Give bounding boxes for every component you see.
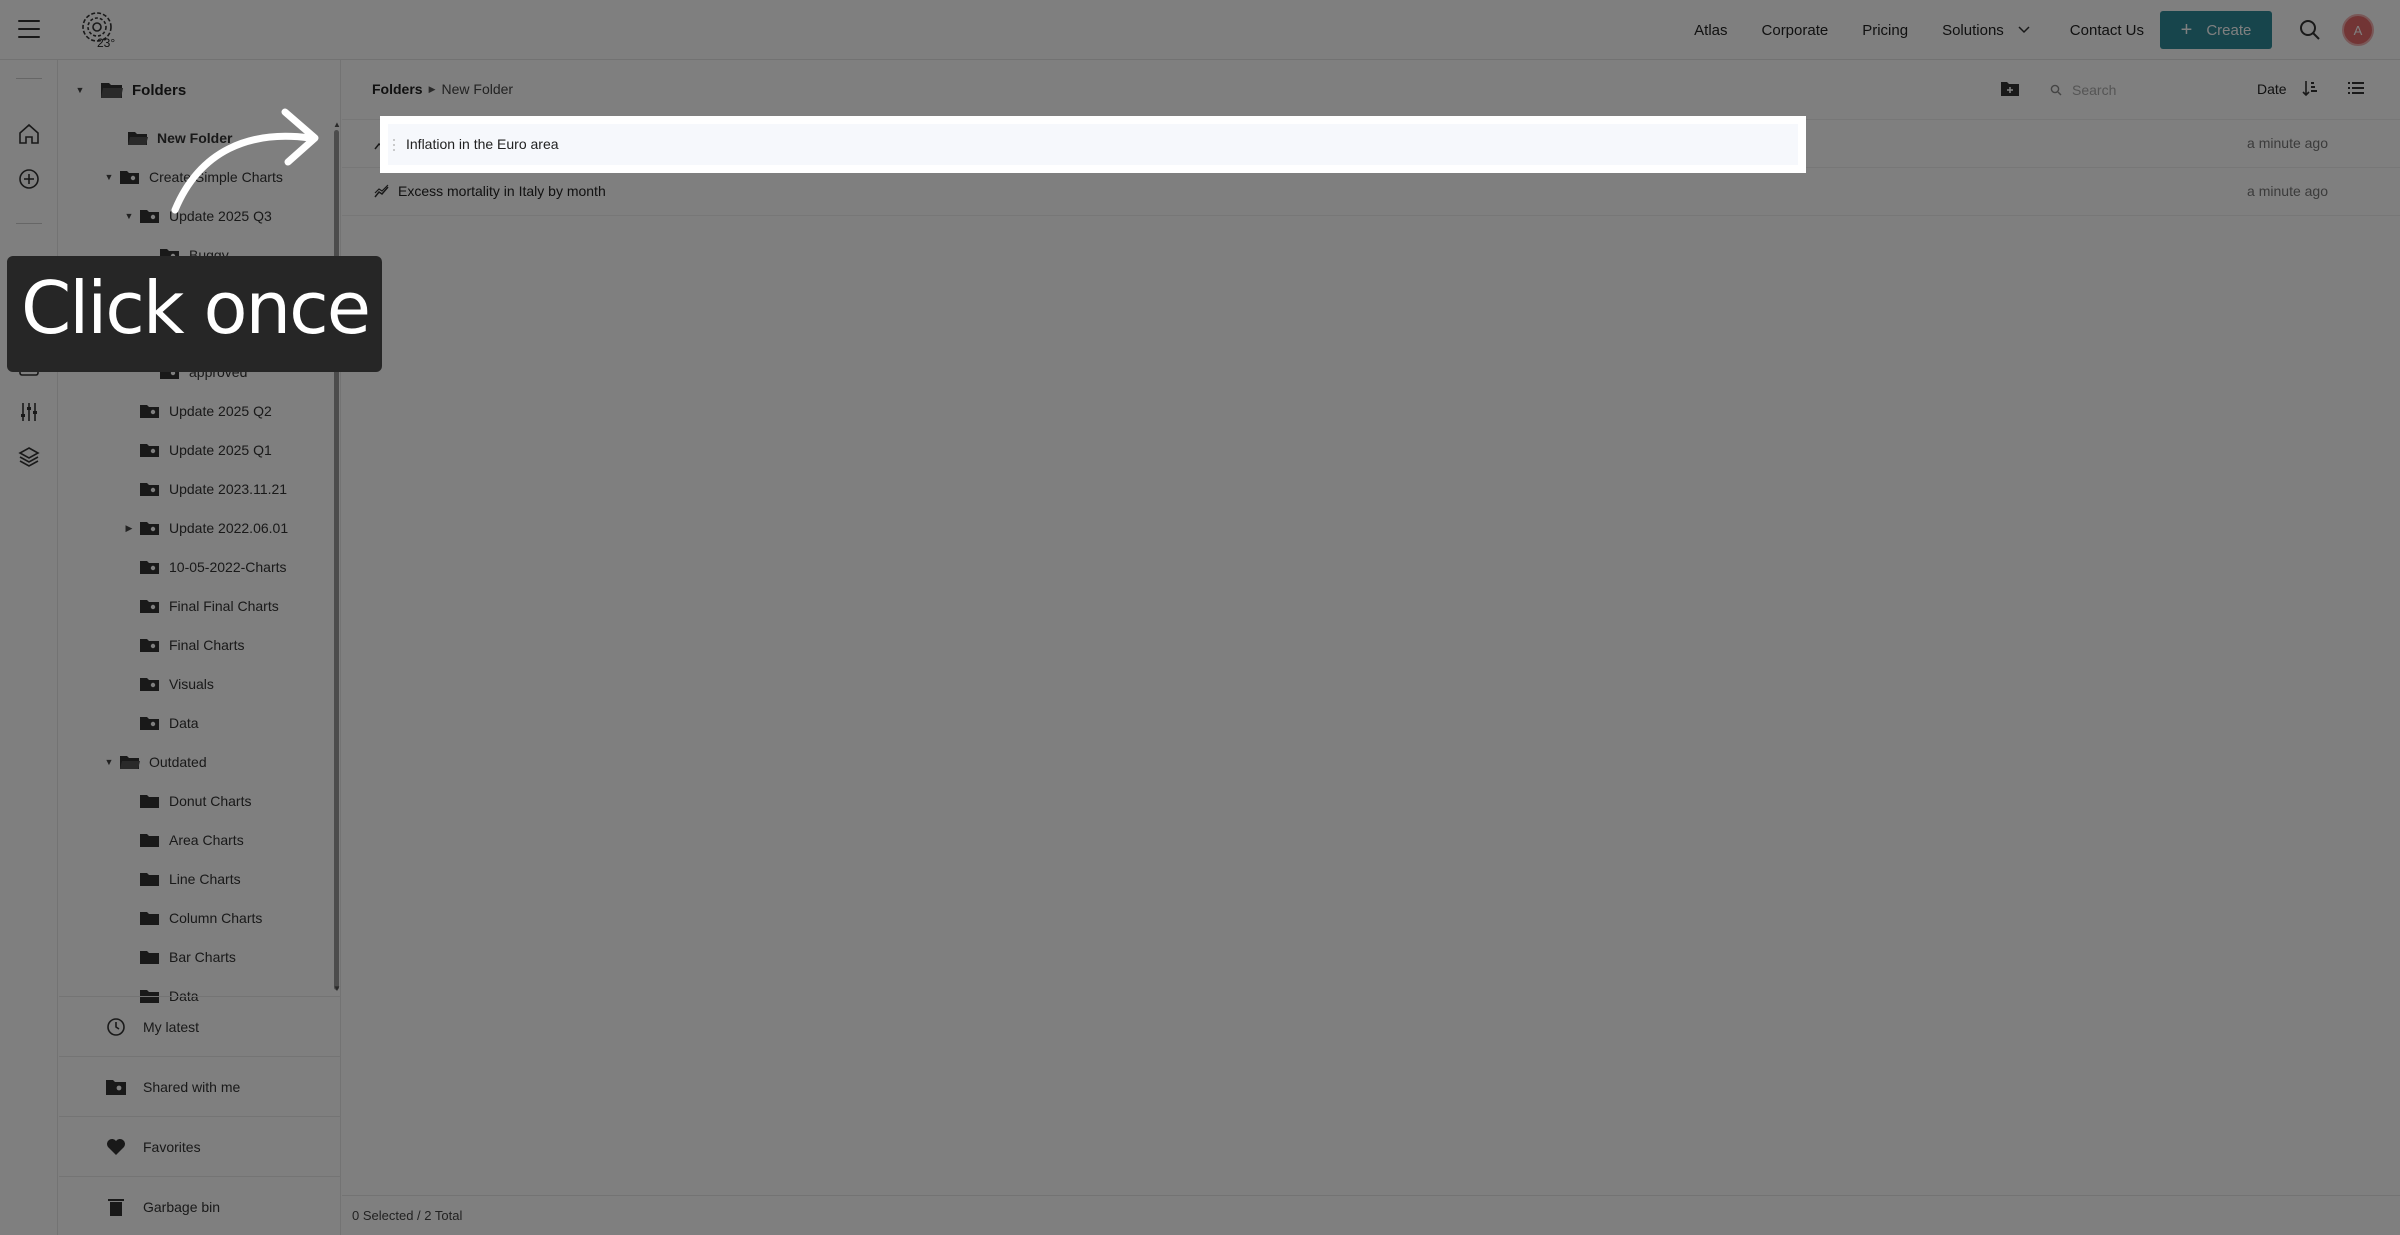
tutorial-dim-overlay bbox=[0, 0, 2400, 1235]
tutorial-callout: Click once bbox=[7, 256, 382, 372]
highlighted-row-inner: Inflation in the Euro area bbox=[388, 124, 1798, 165]
highlighted-file-name: Inflation in the Euro area bbox=[406, 136, 559, 152]
callout-text: Click once bbox=[21, 266, 371, 350]
pointer-arrow-icon bbox=[171, 108, 319, 214]
drag-handle-icon bbox=[393, 139, 395, 151]
highlighted-file-row[interactable]: Inflation in the Euro area bbox=[380, 116, 1806, 173]
